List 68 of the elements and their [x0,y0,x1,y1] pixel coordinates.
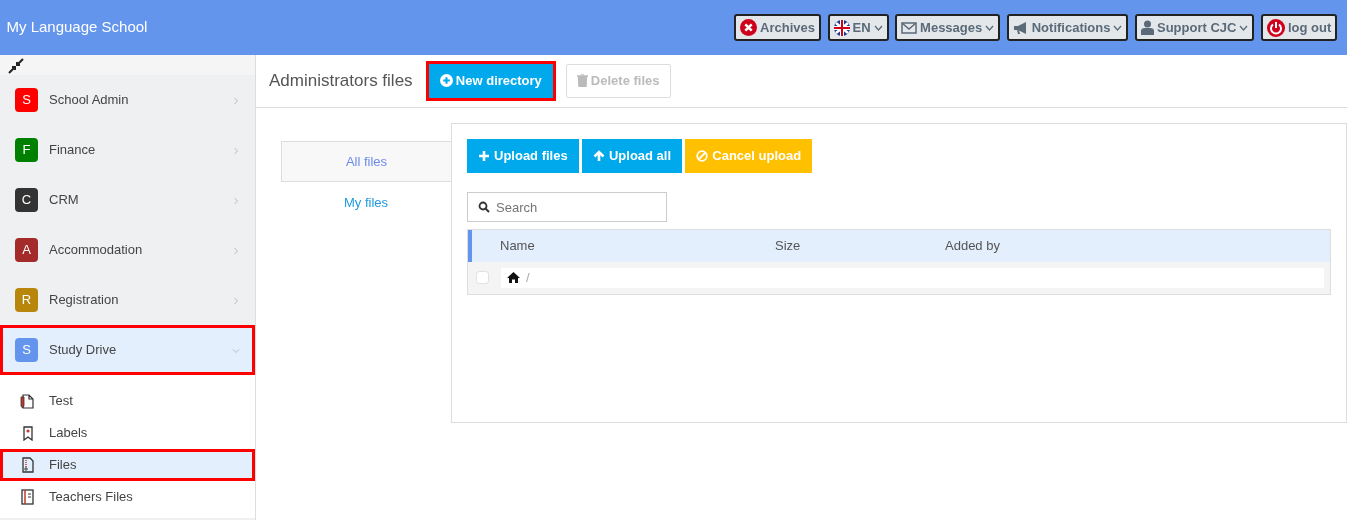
logout-button[interactable]: log out [1260,14,1338,41]
account-button[interactable]: Support CJC [1134,14,1255,41]
sidebar-label: School Admin [49,91,129,110]
bookmark-icon [20,425,35,441]
row-checkbox[interactable] [476,271,489,284]
file-tab[interactable]: All files [281,141,451,182]
sidebar-item[interactable]: C CRM [0,175,255,225]
path-text: / [526,268,530,287]
notifications-button[interactable]: Notifications [1006,14,1129,41]
language-button[interactable]: EN [827,14,889,41]
sidebar-label: CRM [49,191,79,210]
megaphone-icon [1012,20,1029,35]
document-pencil-icon [20,393,35,409]
sidebar-label: Study Drive [49,341,117,360]
collapse-icon[interactable] [8,57,24,74]
module-letter-icon: R [15,288,38,312]
sidebar-label: Test [49,392,73,411]
upload-all-button[interactable]: Upload all [581,139,683,173]
module-letter-icon: A [15,238,38,262]
sidebar-subitem[interactable]: Labels [0,417,255,449]
new-directory-button[interactable]: New directory [428,64,553,98]
sidebar-item[interactable]: A Accommodation [0,225,255,275]
envelope-icon [901,21,918,34]
sidebar-subitem[interactable]: Files [0,449,255,481]
flag-icon [833,19,850,36]
sidebar-item[interactable]: S School Admin [0,75,255,125]
module-letter-icon: C [15,188,38,212]
sidebar-label: Labels [49,424,88,443]
sidebar-label: Registration [49,291,119,310]
sidebar-item[interactable]: F Finance [0,125,255,175]
upload-files-button[interactable]: Upload files [467,139,579,173]
notebook-icon [20,489,35,505]
chevron-icon [232,96,240,105]
sidebar-subitem[interactable]: Teachers Files [0,481,255,513]
sidebar-label: Finance [49,141,96,160]
chevron-icon [232,146,240,155]
column-header: Name [500,236,536,255]
archives-button[interactable]: Archives [734,14,821,41]
home-icon [507,272,520,283]
search-field[interactable]: Search [467,192,667,222]
app-title: My Language School [6,17,148,38]
close-icon [740,19,758,36]
chevron-icon [232,346,240,355]
module-letter-icon: S [15,88,38,112]
cancel-icon [696,149,709,162]
page-title: Administrators files [269,70,413,93]
plus-icon [478,149,490,162]
user-icon [1140,20,1154,35]
sidebar-label: Accommodation [49,241,143,260]
chevron-icon [232,196,240,205]
file-tab[interactable]: My files [281,182,451,223]
module-letter-icon: S [15,338,38,362]
sidebar-label: Teachers Files [49,488,133,507]
arrow-up-icon [592,149,605,162]
sidebar-item[interactable]: S Study Drive [0,325,255,375]
sidebar-subitem[interactable]: Test [0,385,255,417]
power-icon [1266,18,1285,37]
trash-icon [576,74,588,88]
sidebar-item[interactable]: R Registration [0,275,255,325]
messages-button[interactable]: Messages [895,14,1001,41]
chevron-icon [232,246,240,255]
column-header: Size [775,236,802,255]
zip-file-icon [20,457,35,473]
plus-circle-icon [439,74,453,88]
column-header: Added by [945,236,1001,255]
sidebar-label: Files [49,456,77,475]
chevron-icon [232,296,240,305]
module-letter-icon: F [15,138,38,162]
